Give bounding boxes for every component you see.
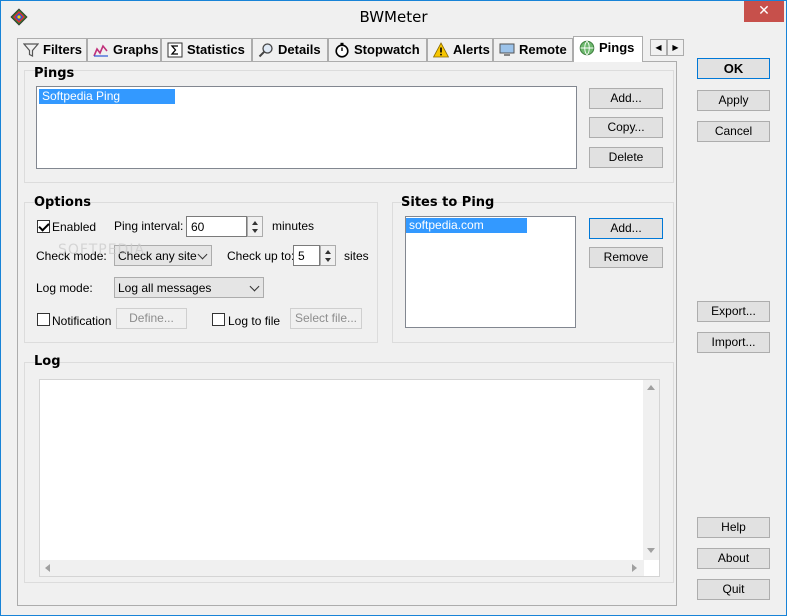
scroll-left-icon[interactable] [44, 564, 50, 572]
tab-label: Alerts [453, 42, 490, 57]
tab-label: Filters [43, 42, 83, 57]
close-button[interactable]: ✕ [744, 1, 784, 22]
pings-list[interactable]: Softpedia Ping [36, 86, 577, 169]
sites-group-title: Sites to Ping [401, 195, 495, 210]
quit-button[interactable]: Quit [697, 579, 770, 600]
check-up-to-unit: sites [344, 249, 369, 263]
tab-stopwatch[interactable]: Stopwatch [328, 38, 427, 62]
globe-icon [579, 40, 595, 56]
tab-graphs[interactable]: Graphs [87, 38, 161, 62]
tab-details[interactable]: Details [252, 38, 328, 62]
tab-label: Graphs [113, 42, 159, 57]
tab-label: Stopwatch [354, 42, 420, 57]
ping-interval-stepper[interactable] [247, 216, 263, 237]
filter-icon [23, 43, 39, 57]
ping-interval-unit: minutes [272, 219, 315, 233]
pings-group-title: Pings [34, 66, 75, 81]
tab-pings[interactable]: Pings [573, 36, 643, 62]
define-button[interactable]: Define... [116, 308, 187, 329]
log-mode-value: Log all messages [118, 281, 212, 295]
warning-icon [433, 42, 449, 58]
notification-checkbox[interactable] [37, 313, 50, 326]
apply-button[interactable]: Apply [697, 90, 770, 111]
list-item[interactable]: Softpedia Ping [39, 89, 175, 104]
main-window: BWMeter ✕ Filters Graphs Statistics Deta… [0, 0, 787, 616]
log-to-file-checkbox[interactable] [212, 313, 225, 326]
options-group-title: Options [34, 195, 91, 210]
window-title: BWMeter [359, 8, 428, 26]
ping-interval-input[interactable]: 60 [186, 216, 247, 237]
notification-label: Notification [52, 314, 112, 328]
select-file-button[interactable]: Select file... [290, 308, 362, 329]
watermark-text: SOFTPEDIA [58, 242, 146, 258]
list-item[interactable]: softpedia.com [406, 218, 527, 233]
sigma-icon [167, 42, 183, 58]
log-mode-label: Log mode: [36, 281, 93, 295]
tab-remote[interactable]: Remote [493, 38, 573, 62]
tab-alerts[interactable]: Alerts [427, 38, 493, 62]
scroll-up-icon[interactable] [647, 384, 655, 390]
tab-scroll-right-button[interactable]: ▶ [667, 39, 684, 56]
enabled-checkbox[interactable] [37, 220, 50, 233]
stopwatch-icon [335, 42, 349, 58]
check-up-to-label: Check up to: [227, 249, 295, 263]
tab-label: Details [278, 42, 321, 57]
ok-button[interactable]: OK [697, 58, 770, 79]
log-mode-select[interactable]: Log all messages [114, 277, 264, 298]
sites-add-button[interactable]: Add... [589, 218, 663, 239]
scroll-right-icon[interactable] [632, 564, 638, 572]
tab-filters[interactable]: Filters [17, 38, 87, 62]
tab-label: Statistics [187, 42, 245, 57]
tab-panel-pings: Pings Softpedia Ping Add... Copy... Dele… [17, 61, 677, 606]
monitor-icon [499, 43, 515, 56]
log-textarea[interactable] [39, 379, 660, 577]
about-button[interactable]: About [697, 548, 770, 569]
tab-label: Remote [519, 42, 567, 57]
cancel-button[interactable]: Cancel [697, 121, 770, 142]
import-button[interactable]: Import... [697, 332, 770, 353]
log-horizontal-scrollbar[interactable] [40, 560, 644, 576]
tab-statistics[interactable]: Statistics [161, 38, 252, 62]
check-up-to-input[interactable]: 5 [293, 245, 320, 266]
enabled-label: Enabled [52, 220, 97, 234]
magnifier-icon [258, 43, 273, 58]
sites-list[interactable]: softpedia.com [405, 216, 576, 328]
graph-icon [93, 44, 108, 57]
check-up-to-stepper[interactable] [320, 245, 336, 266]
pings-delete-button[interactable]: Delete [589, 147, 663, 168]
log-group-title: Log [34, 354, 61, 369]
pings-copy-button[interactable]: Copy... [589, 117, 663, 138]
pings-add-button[interactable]: Add... [589, 88, 663, 109]
scroll-down-icon[interactable] [647, 548, 655, 554]
sites-remove-button[interactable]: Remove [589, 247, 663, 268]
ping-interval-label: Ping interval: [114, 219, 184, 233]
chevron-down-icon [197, 249, 208, 260]
tab-scroll-left-button[interactable]: ◀ [650, 39, 667, 56]
title-bar[interactable]: BWMeter ✕ [1, 1, 786, 33]
export-button[interactable]: Export... [697, 301, 770, 322]
chevron-down-icon [249, 281, 260, 292]
log-to-file-label: Log to file [228, 314, 281, 328]
log-vertical-scrollbar[interactable] [643, 380, 659, 560]
help-button[interactable]: Help [697, 517, 770, 538]
tab-label: Pings [599, 40, 635, 55]
